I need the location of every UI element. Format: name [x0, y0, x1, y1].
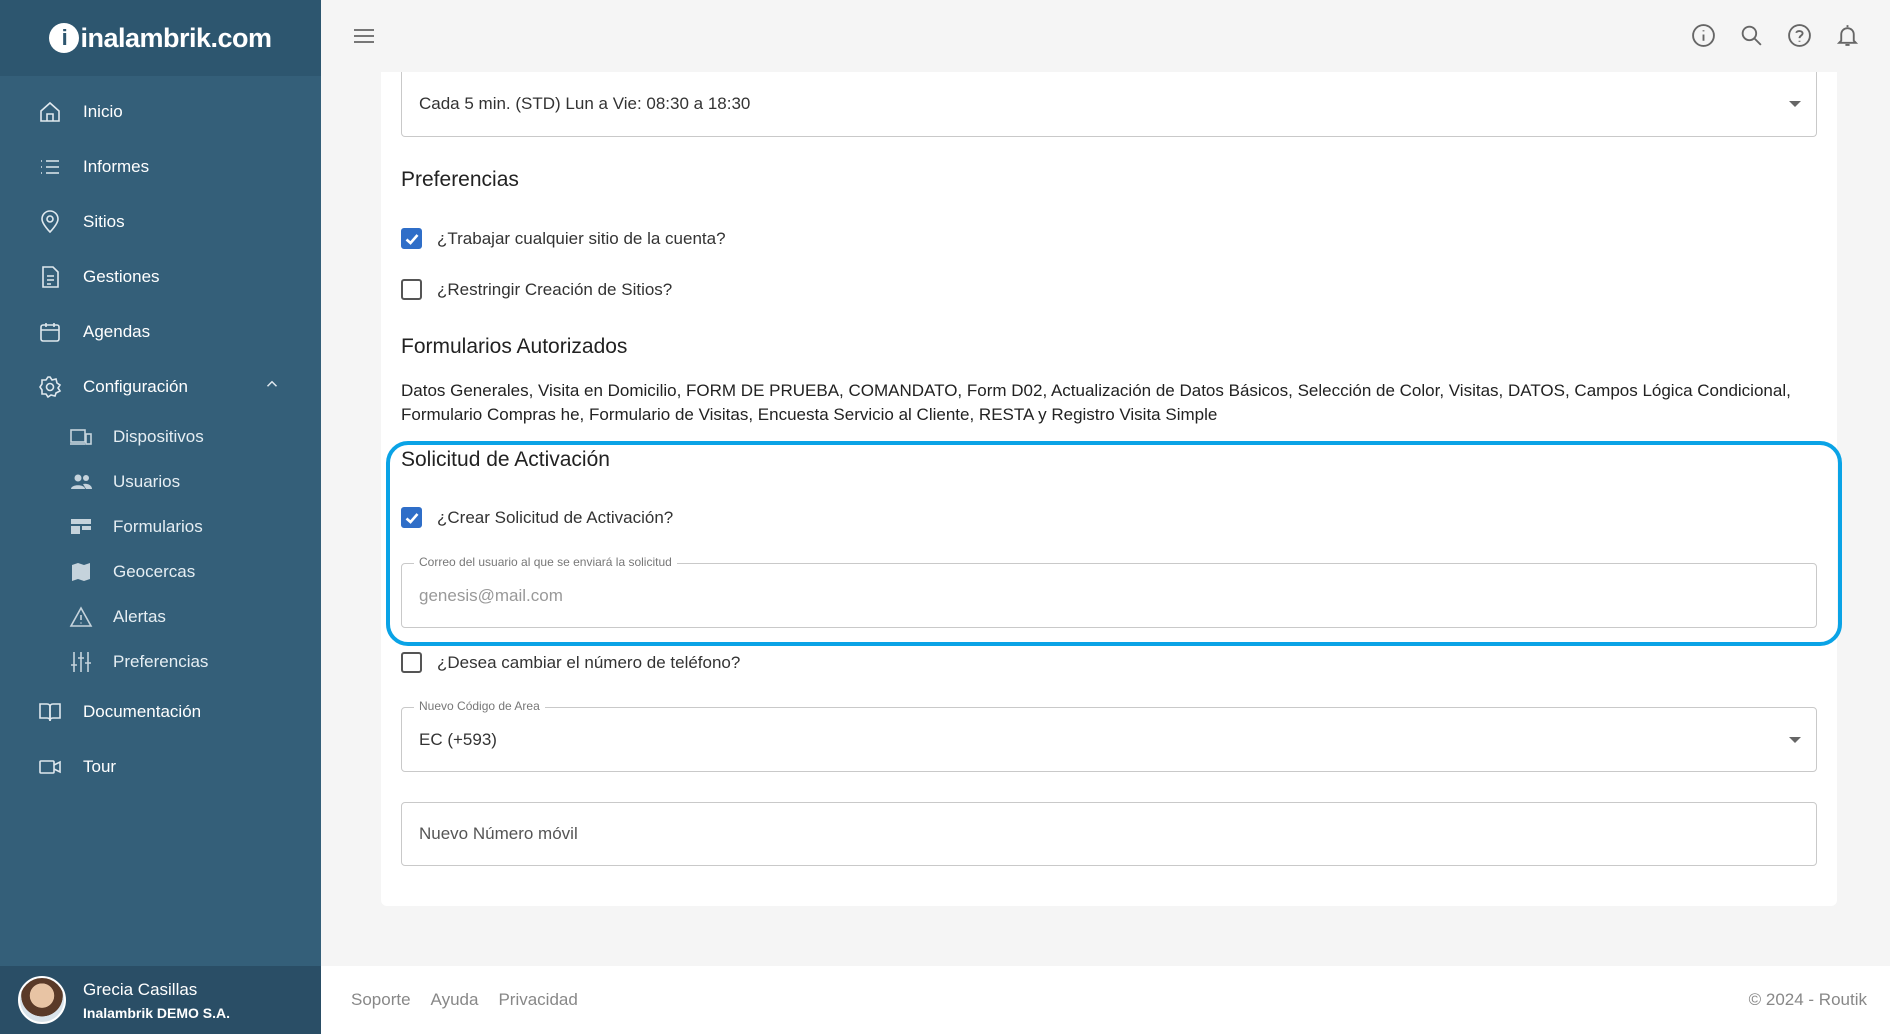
settings-card: Cada 5 min. (STD) Lun a Vie: 08:30 a 18:…	[381, 72, 1842, 906]
sidebar-subitem-label: Alertas	[113, 606, 166, 626]
chevron-down-icon	[1789, 736, 1801, 743]
activation-title: Solicitud de Activación	[401, 448, 610, 471]
footer-link-ayuda[interactable]: Ayuda	[431, 990, 479, 1010]
sidebar-item-configuracion[interactable]: Configuración	[0, 359, 321, 414]
activation-email-field[interactable]: Correo del usuario al que se enviará la …	[401, 555, 1817, 628]
devices-icon	[68, 425, 94, 449]
calendar-icon	[38, 320, 62, 344]
gear-icon	[38, 375, 62, 399]
checkbox-unchecked-icon[interactable]	[401, 652, 422, 673]
pref-restrict-sites-checkbox[interactable]: ¿Restringir Creación de Sitios?	[401, 279, 672, 300]
bell-icon[interactable]	[1835, 23, 1860, 48]
home-icon	[38, 100, 62, 124]
pref-any-site-label: ¿Trabajar cualquier sitio de la cuenta?	[437, 228, 726, 248]
area-code-legend: Nuevo Código de Area	[414, 699, 545, 713]
sidebar-subitem-alertas[interactable]: Alertas	[0, 594, 321, 639]
checkbox-checked-icon[interactable]	[401, 507, 422, 528]
sidebar-item-label: Gestiones	[83, 266, 160, 286]
topbar	[321, 0, 1890, 72]
sidebar-item-inicio[interactable]: Inicio	[0, 84, 321, 139]
sidebar-item-tour[interactable]: Tour	[0, 739, 321, 794]
sidebar-subitem-label: Preferencias	[113, 651, 209, 671]
sidebar-item-label: Configuración	[83, 376, 188, 396]
footer-copyright: © 2024 - Routik	[1748, 990, 1867, 1009]
new-mobile-input[interactable]: Nuevo Número móvil	[401, 802, 1817, 866]
new-mobile-placeholder: Nuevo Número móvil	[419, 824, 578, 843]
sidebar-item-label: Agendas	[83, 321, 151, 341]
authorized-forms-title: Formularios Autorizados	[401, 335, 628, 358]
sidebar-subitem-usuarios[interactable]: Usuarios	[0, 459, 321, 504]
authorized-forms-line: Formulario Compras he, Formulario de Vis…	[401, 405, 1218, 424]
location-pin-icon	[38, 209, 62, 234]
user-profile[interactable]: Grecia Casillas Inalambrik DEMO S.A.	[0, 966, 321, 1034]
list-icon	[38, 155, 62, 179]
checkbox-checked-icon[interactable]	[401, 228, 422, 249]
sidebar-item-documentacion[interactable]: Documentación	[0, 684, 321, 739]
sidebar-item-label: Inicio	[83, 101, 123, 121]
sidebar-nav: Inicio Informes Sitios Gestiones Agendas…	[0, 76, 321, 794]
schedule-select-value: Cada 5 min. (STD) Lun a Vie: 08:30 a 18:…	[419, 94, 751, 113]
pref-restrict-sites-label: ¿Restringir Creación de Sitios?	[437, 279, 673, 299]
sidebar-subitem-formularios[interactable]: Formularios	[0, 504, 321, 549]
sidebar: i inalambrik.com Inicio Informes Sitios G…	[0, 0, 321, 1034]
sliders-icon	[68, 650, 94, 674]
user-company: Inalambrik DEMO S.A.	[83, 1004, 231, 1021]
sidebar-subitem-geocercas[interactable]: Geocercas	[0, 549, 321, 594]
sidebar-subitem-label: Dispositivos	[113, 426, 204, 446]
activation-create-label: ¿Crear Solicitud de Activación?	[437, 507, 674, 527]
chevron-down-icon	[1789, 101, 1801, 107]
area-code-value: EC (+593)	[419, 730, 497, 749]
map-icon	[68, 560, 94, 584]
activation-email-legend: Correo del usuario al que se enviará la …	[414, 555, 677, 569]
sidebar-item-label: Documentación	[83, 701, 202, 721]
sidebar-item-sitios[interactable]: Sitios	[0, 194, 321, 249]
area-code-select[interactable]: Nuevo Código de Area EC (+593)	[401, 699, 1817, 772]
logo-text: inalambrik.com	[80, 22, 272, 53]
search-icon[interactable]	[1739, 23, 1764, 48]
sidebar-subitem-label: Usuarios	[113, 471, 181, 491]
sidebar-item-agendas[interactable]: Agendas	[0, 304, 321, 359]
footer: Soporte Ayuda Privacidad © 2024 - Routik	[321, 966, 1890, 1034]
chevron-up-icon[interactable]	[263, 375, 281, 398]
pref-any-site-checkbox[interactable]: ¿Trabajar cualquier sitio de la cuenta?	[401, 228, 726, 249]
document-icon	[38, 265, 62, 289]
sidebar-item-label: Tour	[83, 756, 117, 776]
sidebar-item-informes[interactable]: Informes	[0, 139, 321, 194]
schedule-select[interactable]: Cada 5 min. (STD) Lun a Vie: 08:30 a 18:…	[401, 72, 1817, 137]
help-icon[interactable]	[1787, 23, 1812, 48]
sidebar-subitem-label: Formularios	[113, 516, 203, 536]
brand-header: i inalambrik.com	[0, 0, 321, 76]
warning-icon	[68, 605, 94, 629]
sidebar-subitem-dispositivos[interactable]: Dispositivos	[0, 414, 321, 459]
preferences-title: Preferencias	[401, 168, 519, 191]
footer-link-privacidad[interactable]: Privacidad	[498, 990, 577, 1010]
logo-icon: i	[49, 23, 80, 53]
authorized-forms-line: Datos Generales, Visita en Domicilio, FO…	[401, 381, 1791, 400]
brand-logo[interactable]: i inalambrik.com	[49, 22, 272, 54]
sidebar-item-label: Sitios	[83, 211, 125, 231]
authorized-forms-list: Datos Generales, Visita en Domicilio, FO…	[401, 379, 1821, 427]
book-icon	[38, 700, 62, 724]
footer-link-soporte[interactable]: Soporte	[351, 990, 411, 1010]
checkbox-unchecked-icon[interactable]	[401, 279, 422, 300]
forms-icon	[68, 515, 94, 539]
change-phone-checkbox[interactable]: ¿Desea cambiar el número de teléfono?	[401, 652, 740, 673]
sidebar-item-label: Informes	[83, 156, 150, 176]
activation-create-checkbox[interactable]: ¿Crear Solicitud de Activación?	[401, 507, 673, 528]
sidebar-subitem-preferencias[interactable]: Preferencias	[0, 639, 321, 684]
users-icon	[68, 470, 94, 494]
footer-links: Soporte Ayuda Privacidad	[351, 990, 578, 1010]
activation-email-placeholder: genesis@mail.com	[419, 586, 563, 605]
avatar	[18, 976, 66, 1024]
topbar-actions	[1691, 23, 1860, 48]
info-icon[interactable]	[1691, 23, 1716, 48]
video-icon	[38, 755, 62, 779]
sidebar-item-gestiones[interactable]: Gestiones	[0, 249, 321, 304]
change-phone-label: ¿Desea cambiar el número de teléfono?	[437, 652, 741, 672]
hamburger-menu-icon[interactable]	[351, 24, 377, 48]
user-name: Grecia Casillas	[83, 979, 198, 999]
sidebar-subitem-label: Geocercas	[113, 561, 196, 581]
